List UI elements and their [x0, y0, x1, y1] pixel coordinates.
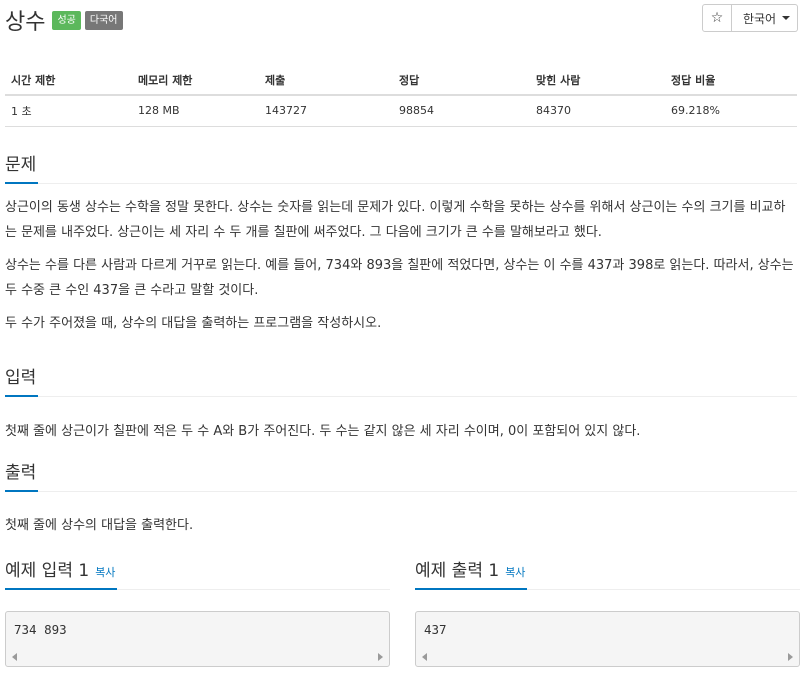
output-header: 출력 [5, 460, 797, 492]
sample-input-section: 예제 입력 1 복사 734 893 [5, 558, 390, 667]
language-label: 한국어 [742, 11, 777, 26]
scroll-left-icon[interactable] [422, 653, 427, 661]
problem-info-table: 시간 제한 메모리 제한 제출 정답 맞힌 사람 정답 비율 1 초 128 M… [5, 66, 797, 127]
description-body: 상근이의 동생 상수는 수학을 정말 못한다. 상수는 숫자를 읽는데 문제가 … [5, 195, 797, 336]
header-memory-limit: 메모리 제한 [132, 66, 259, 96]
output-body: 첫째 줄에 상수의 대답을 출력한다. [5, 513, 797, 538]
sample-input-box: 734 893 [5, 611, 390, 667]
output-text: 첫째 줄에 상수의 대답을 출력한다. [5, 518, 194, 533]
input-text: 첫째 줄에 상근이가 칠판에 적은 두 수 A와 B가 주어진다. 두 수는 같… [5, 424, 641, 439]
sample-output-title-wrap: 예제 출력 1 복사 [415, 558, 528, 590]
sample-output-box: 437 [415, 611, 800, 667]
problem-header: 상수 성공 다국어 [5, 4, 127, 36]
header-submissions: 제출 [259, 66, 393, 96]
value-memory-limit: 128 MB [132, 95, 259, 127]
sample-output-section: 예제 출력 1 복사 437 [415, 558, 800, 667]
value-solved-users: 84370 [530, 95, 665, 127]
favorite-star-button[interactable]: ☆ [702, 4, 732, 32]
sample-output-title: 예제 출력 1 [415, 561, 500, 581]
header-accepted: 정답 [393, 66, 530, 96]
status-badge: 성공 [52, 10, 81, 30]
input-section: 입력 첫째 줄에 상근이가 칠판에 적은 두 수 A와 B가 주어진다. 두 수… [5, 365, 797, 444]
input-title: 입력 [5, 365, 39, 397]
input-body: 첫째 줄에 상근이가 칠판에 적은 두 수 A와 B가 주어진다. 두 수는 같… [5, 419, 797, 444]
output-section: 출력 첫째 줄에 상수의 대답을 출력한다. [5, 460, 797, 538]
copy-sample-input-link[interactable]: 복사 [95, 566, 115, 579]
description-paragraph: 두 수가 주어졌을 때, 상수의 대답을 출력하는 프로그램을 작성하시오. [5, 316, 382, 331]
sample-input-scrollbar[interactable] [6, 648, 389, 666]
copy-sample-output-link[interactable]: 복사 [505, 566, 525, 579]
language-dropdown[interactable]: 한국어 [732, 4, 798, 32]
sample-output-content: 437 [424, 622, 447, 637]
sample-input-title: 예제 입력 1 [5, 561, 90, 581]
problem-title: 상수 [5, 10, 46, 35]
sample-output-scrollbar[interactable] [416, 648, 799, 666]
sample-input-title-wrap: 예제 입력 1 복사 [5, 558, 118, 590]
sample-output-header: 예제 출력 1 복사 [415, 558, 800, 590]
caret-down-icon [782, 16, 791, 20]
sample-input-header: 예제 입력 1 복사 [5, 558, 390, 590]
description-header: 문제 [5, 152, 797, 184]
output-title: 출력 [5, 460, 39, 492]
info-header-row: 시간 제한 메모리 제한 제출 정답 맞힌 사람 정답 비율 [5, 66, 797, 96]
header-time-limit: 시간 제한 [5, 66, 132, 96]
input-header: 입력 [5, 365, 797, 397]
description-section: 문제 상근이의 동생 상수는 수학을 정말 못한다. 상수는 숫자를 읽는데 문… [5, 152, 797, 336]
value-submissions: 143727 [259, 95, 393, 127]
sample-input-content: 734 893 [14, 622, 67, 637]
header-solved-users: 맞힌 사람 [530, 66, 665, 96]
description-paragraph: 상근이의 동생 상수는 수학을 정말 못한다. 상수는 숫자를 읽는데 문제가 … [5, 200, 786, 240]
star-icon: ☆ [710, 10, 724, 26]
multilang-badge[interactable]: 다국어 [84, 10, 123, 30]
description-title: 문제 [5, 152, 39, 184]
info-value-row: 1 초 128 MB 143727 98854 84370 69.218% [5, 95, 797, 127]
scroll-right-icon[interactable] [788, 653, 793, 661]
value-accept-ratio: 69.218% [665, 95, 797, 127]
toolbar: ☆ 한국어 [702, 4, 798, 32]
value-accepted: 98854 [393, 95, 530, 127]
scroll-right-icon[interactable] [378, 653, 383, 661]
description-paragraph: 상수는 수를 다른 사람과 다르게 거꾸로 읽는다. 예를 들어, 734와 8… [5, 258, 794, 298]
scroll-left-icon[interactable] [12, 653, 17, 661]
header-accept-ratio: 정답 비율 [665, 66, 797, 96]
value-time-limit: 1 초 [5, 95, 132, 127]
